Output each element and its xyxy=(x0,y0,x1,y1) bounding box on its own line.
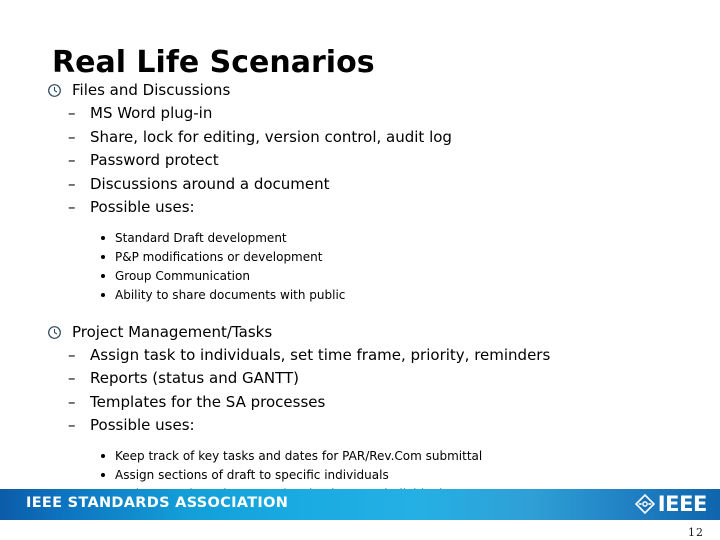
page-number: 12 xyxy=(688,526,704,539)
dash-bullet-icon: – xyxy=(68,104,76,122)
list-item: – Assign task to individuals, set time f… xyxy=(0,344,720,368)
slide-body: Files and Discussions – MS Word plug-in … xyxy=(0,80,720,504)
list-item: Keep track of key tasks and dates for PA… xyxy=(0,447,720,466)
section-heading-label: Project Management/Tasks xyxy=(72,322,273,341)
list-item: – Possible uses: xyxy=(0,196,720,220)
list-item: – Possible uses: xyxy=(0,414,720,438)
list-item: Standard Draft development xyxy=(0,229,720,248)
dot-bullet-icon xyxy=(101,254,105,259)
list-item-label: Group Communication xyxy=(115,268,250,283)
dash-bullet-icon: – xyxy=(68,174,76,193)
list-item-label: Standard Draft development xyxy=(115,230,287,245)
section-heading: Files and Discussions xyxy=(0,80,720,101)
clock-icon xyxy=(47,325,62,340)
list-item-label: Reports (status and GANTT) xyxy=(90,369,300,387)
list-item-label: Possible uses: xyxy=(90,416,195,434)
list-item-label: MS Word plug-in xyxy=(90,104,213,122)
page-title: Real Life Scenarios xyxy=(52,45,375,80)
section-heading-label: Files and Discussions xyxy=(72,81,231,99)
slide: Real Life Scenarios Files and Discussion… xyxy=(0,0,720,540)
ieee-logo-text: IEEE xyxy=(657,491,708,516)
list-item-label: Ability to share documents with public xyxy=(115,287,346,302)
dash-bullet-icon: – xyxy=(68,345,76,364)
list-item: P&P modifications or development xyxy=(0,248,720,267)
list-item: Ability to share documents with public xyxy=(0,286,720,305)
list-item: – Templates for the SA processes xyxy=(0,391,720,415)
ieee-logo: IEEE xyxy=(634,493,707,515)
dot-bullet-icon xyxy=(101,292,105,297)
clock-icon xyxy=(47,83,62,98)
list-item: Group Communication xyxy=(0,267,720,286)
list-item: – Password protect xyxy=(0,149,720,173)
list-item-label: Assign sections of draft to specific ind… xyxy=(115,467,389,482)
list-item-label: Keep track of key tasks and dates for PA… xyxy=(115,448,483,463)
ieee-diamond-icon xyxy=(634,493,656,515)
dot-bullet-icon xyxy=(101,472,105,477)
dash-bullet-icon: – xyxy=(68,416,76,434)
list-item-label: P&P modifications or development xyxy=(115,249,323,264)
list-item-label: Possible uses: xyxy=(90,198,195,216)
list-item: – Share, lock for editing, version contr… xyxy=(0,126,720,150)
footer-band: IEEE STANDARDS ASSOCIATION IEEE xyxy=(0,489,720,520)
list-item-label: Password protect xyxy=(90,151,219,169)
dash-bullet-icon: – xyxy=(68,198,76,216)
dot-bullet-icon xyxy=(101,453,105,458)
list-item-label: Share, lock for editing, version control… xyxy=(90,127,452,146)
section-heading: Project Management/Tasks xyxy=(0,322,720,343)
footer-organization-label: IEEE STANDARDS ASSOCIATION xyxy=(26,495,289,511)
list-item-label: Templates for the SA processes xyxy=(90,392,326,411)
list-item: – MS Word plug-in xyxy=(0,102,720,126)
dot-bullet-icon xyxy=(101,235,105,240)
list-item: – Discussions around a document xyxy=(0,173,720,197)
list-item: – Reports (status and GANTT) xyxy=(0,367,720,391)
dash-bullet-icon: – xyxy=(68,127,76,146)
dash-bullet-icon: – xyxy=(68,392,76,411)
list-item: Assign sections of draft to specific ind… xyxy=(0,466,720,485)
dot-bullet-icon xyxy=(101,273,105,278)
list-item-label: Assign task to individuals, set time fra… xyxy=(90,345,551,364)
dash-bullet-icon: – xyxy=(68,369,76,387)
dash-bullet-icon: – xyxy=(68,151,76,169)
list-item-label: Discussions around a document xyxy=(90,174,330,193)
